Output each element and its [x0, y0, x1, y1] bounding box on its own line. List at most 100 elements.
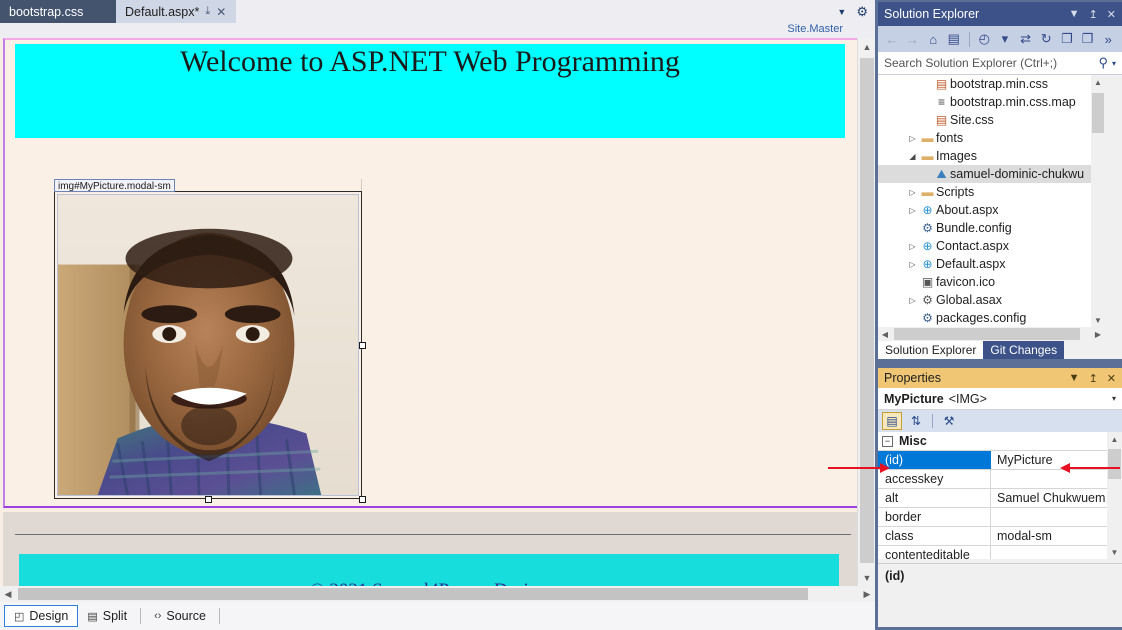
editor-tab-default-aspx[interactable]: Default.aspx* ⤓ ✕: [116, 0, 236, 23]
solution-tree[interactable]: ▤ bootstrap.min.css ≡ bootstrap.min.css.map…: [878, 75, 1105, 327]
search-icon[interactable]: ⚲: [1098, 55, 1108, 71]
filter-dropdown-icon[interactable]: ▾: [997, 30, 1013, 49]
pin-tab-icon[interactable]: ⤓: [205, 5, 210, 18]
categorized-view-icon[interactable]: ▤: [882, 412, 902, 430]
property-value[interactable]: MyPicture: [991, 451, 1107, 469]
property-row[interactable]: contenteditable: [878, 546, 1107, 559]
tree-scroll-thumb[interactable]: [1092, 93, 1104, 133]
alphabetical-view-icon[interactable]: ⇅: [906, 412, 926, 430]
tree-node[interactable]: ▣ favicon.ico: [878, 273, 1105, 291]
show-all-files-icon[interactable]: ❐: [1080, 30, 1096, 49]
chevron-down-icon[interactable]: ▼: [1069, 372, 1080, 384]
property-value[interactable]: Samuel Chukwuem: [991, 489, 1107, 507]
resize-handle-corner[interactable]: [359, 496, 366, 503]
expander-icon[interactable]: ▷: [906, 296, 919, 305]
resize-handle-bottom[interactable]: [205, 496, 212, 503]
scroll-left-arrow[interactable]: ◀: [878, 327, 892, 341]
expander-icon[interactable]: ▷: [906, 260, 919, 269]
scroll-down-arrow[interactable]: ▼: [1107, 545, 1122, 559]
close-tab-icon[interactable]: ✕: [216, 5, 226, 19]
resize-handle-right[interactable]: [359, 342, 366, 349]
property-row[interactable]: alt Samuel Chukwuem: [878, 489, 1107, 508]
refresh-icon[interactable]: ↻: [1038, 30, 1054, 49]
tree-node[interactable]: ▷ ▬ Scripts: [878, 183, 1105, 201]
vertical-scroll-thumb[interactable]: [860, 58, 874, 563]
source-view-button[interactable]: ‹› Source: [145, 605, 215, 627]
pin-icon[interactable]: ↥: [1089, 8, 1098, 21]
back-icon[interactable]: ←: [884, 30, 900, 49]
tree-node[interactable]: ≡ bootstrap.min.css.map: [878, 93, 1105, 111]
horizontal-scroll-thumb[interactable]: [18, 588, 808, 600]
property-row[interactable]: border: [878, 508, 1107, 527]
scroll-right-arrow[interactable]: ▶: [1091, 327, 1105, 341]
close-icon[interactable]: ✕: [1107, 372, 1116, 385]
designer-horizontal-scrollbar[interactable]: ◀ ▶: [0, 586, 875, 602]
chevron-down-icon[interactable]: ▼: [1069, 8, 1080, 20]
scroll-up-arrow[interactable]: ▲: [1107, 432, 1122, 446]
property-category-row[interactable]: − Misc: [878, 432, 1107, 451]
collapse-icon[interactable]: −: [882, 435, 893, 447]
tree-node[interactable]: ▷ ⊕ Contact.aspx: [878, 237, 1105, 255]
tree-node[interactable]: ⚙ Bundle.config: [878, 219, 1105, 237]
solution-explorer-search[interactable]: ⚲ ▾: [878, 52, 1122, 75]
split-view-button[interactable]: ▤ Split: [78, 605, 136, 627]
collapse-all-icon[interactable]: ❐: [1059, 30, 1075, 49]
tree-node[interactable]: ▷ ⊕ About.aspx: [878, 201, 1105, 219]
designer-vertical-scrollbar[interactable]: ▲ ▼: [857, 38, 875, 586]
pending-changes-filter-icon[interactable]: ◴: [976, 30, 992, 49]
editor-tab-bootstrap-css[interactable]: bootstrap.css: [0, 0, 116, 23]
scroll-up-arrow[interactable]: ▲: [858, 38, 876, 55]
expander-icon[interactable]: ▷: [906, 242, 919, 251]
search-input[interactable]: [884, 56, 1099, 70]
gear-icon[interactable]: ⚙: [856, 4, 868, 20]
pin-icon[interactable]: ↥: [1089, 372, 1098, 385]
my-picture-image[interactable]: [57, 194, 359, 496]
tree-node[interactable]: ▤ bootstrap.min.css: [878, 75, 1105, 93]
property-value[interactable]: [991, 546, 1107, 559]
scroll-right-arrow[interactable]: ▶: [859, 586, 875, 602]
tab-git-changes[interactable]: Git Changes: [983, 341, 1065, 359]
chevron-down-icon[interactable]: ▾: [1112, 394, 1116, 403]
property-value[interactable]: [991, 470, 1107, 488]
property-row[interactable]: class modal-sm: [878, 527, 1107, 546]
overflow-icon[interactable]: »: [1100, 30, 1116, 49]
element-tag-badge[interactable]: img#MyPicture.modal-sm: [54, 179, 175, 192]
tree-horizontal-scrollbar[interactable]: ◀ ▶: [878, 327, 1105, 341]
property-value[interactable]: modal-sm: [991, 527, 1107, 545]
tab-solution-explorer[interactable]: Solution Explorer: [878, 341, 984, 359]
property-value[interactable]: [991, 508, 1107, 526]
grid-vertical-scrollbar[interactable]: ▲ ▼: [1107, 432, 1122, 559]
forward-icon[interactable]: →: [905, 30, 921, 49]
tree-hscroll-thumb[interactable]: [894, 328, 1080, 340]
tree-node[interactable]: ▷ ⊕ Default.aspx: [878, 255, 1105, 273]
properties-object-selector[interactable]: MyPicture <IMG> ▾: [878, 388, 1122, 410]
property-pages-icon[interactable]: ⚒: [939, 412, 959, 430]
property-row[interactable]: (id) MyPicture: [878, 451, 1107, 470]
grid-scroll-thumb[interactable]: [1108, 449, 1121, 479]
tree-node[interactable]: ◢ ▬ Images: [878, 147, 1105, 165]
tree-node[interactable]: ⛰ samuel-dominic-chukwu: [878, 165, 1105, 183]
scroll-down-arrow[interactable]: ▼: [858, 569, 876, 586]
tree-node[interactable]: ▤ Site.css: [878, 111, 1105, 129]
tree-node[interactable]: ▷ ⚙ Global.asax: [878, 291, 1105, 309]
properties-window-icon[interactable]: ▤: [946, 30, 962, 49]
chevron-down-icon[interactable]: ▼: [837, 7, 846, 17]
scroll-left-arrow[interactable]: ◀: [0, 586, 16, 602]
home-icon[interactable]: ⌂: [925, 30, 941, 49]
design-view-button[interactable]: ◰ Design: [4, 605, 79, 627]
expander-icon[interactable]: ◢: [906, 152, 919, 161]
expander-icon[interactable]: ▷: [906, 206, 919, 215]
scroll-up-arrow[interactable]: ▲: [1091, 75, 1105, 89]
sync-with-active-document-icon[interactable]: ⇄: [1018, 30, 1034, 49]
property-row[interactable]: accesskey: [878, 470, 1107, 489]
tree-vertical-scrollbar[interactable]: ▲ ▼: [1091, 75, 1105, 327]
tree-node[interactable]: ▷ ▬ fonts: [878, 129, 1105, 147]
chevron-down-icon[interactable]: ▾: [1112, 59, 1116, 68]
scroll-down-arrow[interactable]: ▼: [1091, 313, 1105, 327]
tree-node[interactable]: ⚙ packages.config: [878, 309, 1105, 327]
close-icon[interactable]: ✕: [1107, 8, 1116, 21]
expander-icon[interactable]: ▷: [906, 134, 919, 143]
expander-icon[interactable]: ▷: [906, 188, 919, 197]
design-surface[interactable]: Welcome to ASP.NET Web Programming img#M…: [0, 38, 861, 586]
properties-grid[interactable]: − Misc (id) MyPicture accesskey alt Samuel Chu…: [878, 432, 1107, 559]
